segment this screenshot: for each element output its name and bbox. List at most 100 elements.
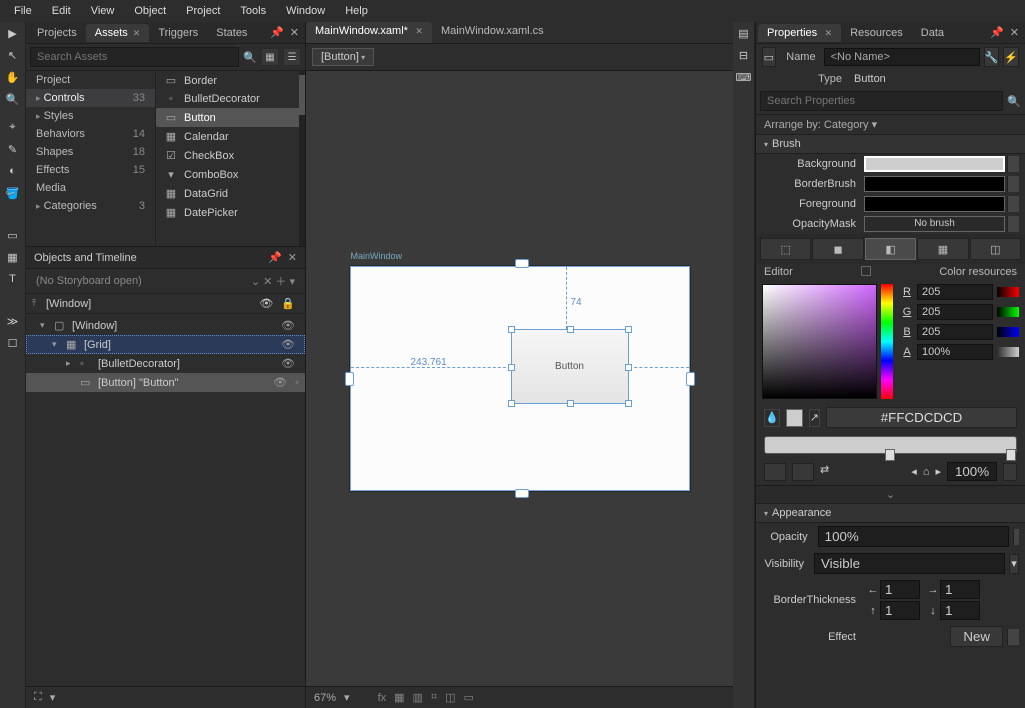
menu-project[interactable]: Project xyxy=(176,3,230,19)
swap-icon[interactable]: ↗ xyxy=(809,409,820,427)
tab-assets[interactable]: Assets✕ xyxy=(86,24,150,42)
menu-object[interactable]: Object xyxy=(124,3,176,19)
category-project[interactable]: Project xyxy=(26,71,155,89)
hex-input[interactable] xyxy=(826,407,1017,428)
gradient-stop[interactable] xyxy=(1006,449,1016,461)
control-bulletdecorator[interactable]: ◦BulletDecorator xyxy=(156,90,305,108)
hue-slider[interactable] xyxy=(881,284,893,399)
prev-stop-icon[interactable]: ◂ xyxy=(911,465,917,478)
search-assets-input[interactable] xyxy=(30,47,239,67)
chevron-down-icon[interactable]: ▾ xyxy=(344,691,350,704)
tab-projects[interactable]: Projects xyxy=(28,24,86,42)
zoom-tool-icon[interactable]: 🔍 xyxy=(0,88,25,110)
expand-up-icon[interactable]: ⤒ xyxy=(32,298,42,309)
category-shapes[interactable]: Shapes18 xyxy=(26,143,155,161)
expand-section-icon[interactable]: ⌄ xyxy=(756,485,1025,503)
advanced-icon[interactable] xyxy=(1007,176,1019,192)
thickness-bottom[interactable] xyxy=(940,601,980,620)
layout-tool-icon[interactable]: ▦ xyxy=(0,246,25,268)
category-categories[interactable]: ▸ Categories3 xyxy=(26,197,155,215)
chevron-down-icon[interactable]: ▾ xyxy=(1009,554,1019,574)
design-view-icon[interactable]: ▤ xyxy=(733,22,754,44)
control-checkbox[interactable]: ☑CheckBox xyxy=(156,146,305,165)
advanced-icon[interactable] xyxy=(1007,629,1019,645)
pin-icon[interactable]: 📌 xyxy=(268,251,282,264)
tree-grid[interactable]: ▾▦[Grid]👁 xyxy=(26,335,305,354)
radial-gradient-icon[interactable] xyxy=(792,463,814,481)
control-datepicker[interactable]: ▦DatePicker xyxy=(156,203,305,222)
brushtype-solid-icon[interactable]: ◼ xyxy=(812,238,863,260)
selected-button[interactable]: Button xyxy=(511,329,629,404)
rectangle-tool-icon[interactable]: ▭ xyxy=(0,224,25,246)
close-icon[interactable]: ✕ xyxy=(1010,26,1019,39)
list-view-icon[interactable]: ☰ xyxy=(283,48,301,66)
boundaries-icon[interactable]: ▭ xyxy=(464,691,474,704)
tree-button[interactable]: ▭[Button] "Button"👁◦ xyxy=(26,373,305,392)
brush-opacitymask-swatch[interactable]: No brush xyxy=(864,216,1005,232)
section-brush[interactable]: Brush xyxy=(756,134,1025,154)
b-input[interactable]: 205 xyxy=(917,324,993,340)
gradient-tool-icon[interactable]: ◐ xyxy=(0,160,25,182)
tab-states[interactable]: States xyxy=(207,24,256,42)
next-stop-icon[interactable]: ▸ xyxy=(935,465,941,478)
direct-select-tool-icon[interactable]: ↖ xyxy=(0,44,25,66)
menu-window[interactable]: Window xyxy=(276,3,335,19)
a-input[interactable]: 100% xyxy=(917,344,993,360)
root-scope[interactable]: [Window] xyxy=(46,298,91,310)
opacity-input[interactable] xyxy=(818,526,1009,547)
brushtype-tile-icon[interactable]: ▦ xyxy=(917,238,968,260)
control-button[interactable]: ▭Button xyxy=(156,108,305,127)
menu-file[interactable]: File xyxy=(4,3,42,19)
eye-icon[interactable]: 👁 xyxy=(273,376,287,389)
category-controls[interactable]: ▸ Controls33 xyxy=(26,89,155,107)
category-effects[interactable]: Effects15 xyxy=(26,161,155,179)
breadcrumb-button[interactable]: [Button] xyxy=(312,48,374,66)
chevron-down-icon[interactable]: ▾ xyxy=(50,691,56,704)
color-resources-label[interactable]: Color resources xyxy=(939,266,1017,278)
button-tool-icon[interactable]: ☐ xyxy=(0,332,25,354)
brushtype-resource-icon[interactable]: ◫ xyxy=(970,238,1021,260)
close-icon[interactable]: ✕ xyxy=(822,28,832,38)
thickness-top[interactable] xyxy=(880,601,920,620)
events-icon[interactable]: ⚡ xyxy=(1003,47,1019,67)
tab-data[interactable]: Data xyxy=(912,24,953,42)
brush-background-swatch[interactable] xyxy=(864,156,1005,172)
eye-icon[interactable]: 👁 xyxy=(281,338,295,351)
text-tool-icon[interactable]: T xyxy=(0,268,25,290)
name-field[interactable] xyxy=(824,48,980,66)
add-icon[interactable]: ＋ xyxy=(275,276,286,288)
close-icon[interactable]: ✕ xyxy=(290,26,299,39)
advanced-icon[interactable] xyxy=(1007,156,1019,172)
advanced-icon[interactable] xyxy=(1003,463,1017,481)
section-appearance[interactable]: Appearance xyxy=(756,503,1025,523)
category-styles[interactable]: ▸ Styles xyxy=(26,107,155,125)
brush-tool-icon[interactable]: ✎ xyxy=(0,138,25,160)
options-icon[interactable]: ⛶ xyxy=(34,691,42,704)
arrange-by[interactable]: Arrange by: Category ▾ xyxy=(756,115,1025,134)
selection-tool-icon[interactable]: ▶ xyxy=(0,22,25,44)
camera-tool-icon[interactable]: ⌖ xyxy=(0,116,25,138)
tab-cs[interactable]: MainWindow.xaml.cs xyxy=(432,22,553,43)
color-field[interactable] xyxy=(762,284,877,399)
chevron-down-icon[interactable]: ⌄ xyxy=(251,276,260,288)
menu-view[interactable]: View xyxy=(81,3,125,19)
menu-help[interactable]: Help xyxy=(335,3,378,19)
lock-icon[interactable]: 🔒 xyxy=(281,297,295,310)
search-properties-input[interactable] xyxy=(760,91,1003,111)
reverse-icon[interactable]: ⇄ xyxy=(820,463,842,481)
advanced-icon[interactable] xyxy=(1013,529,1019,545)
gradient-stop[interactable] xyxy=(885,449,895,461)
artboard[interactable]: MainWindow 243.761 74 Button xyxy=(350,266,690,491)
thickness-left[interactable] xyxy=(880,580,920,599)
lock-icon[interactable]: ◦ xyxy=(295,377,299,389)
control-datagrid[interactable]: ▦DataGrid xyxy=(156,184,305,203)
thickness-right[interactable] xyxy=(940,580,980,599)
category-behaviors[interactable]: Behaviors14 xyxy=(26,125,155,143)
eye-icon[interactable]: 👁 xyxy=(281,357,295,370)
new-effect-button[interactable]: New xyxy=(950,626,1003,647)
tab-triggers[interactable]: Triggers xyxy=(149,24,207,42)
pan-tool-icon[interactable]: ✋ xyxy=(0,66,25,88)
paint-bucket-icon[interactable]: 🪣 xyxy=(0,182,25,204)
gradient-slider[interactable] xyxy=(764,436,1017,454)
snap-lines-icon[interactable]: ⌗ xyxy=(431,691,437,704)
